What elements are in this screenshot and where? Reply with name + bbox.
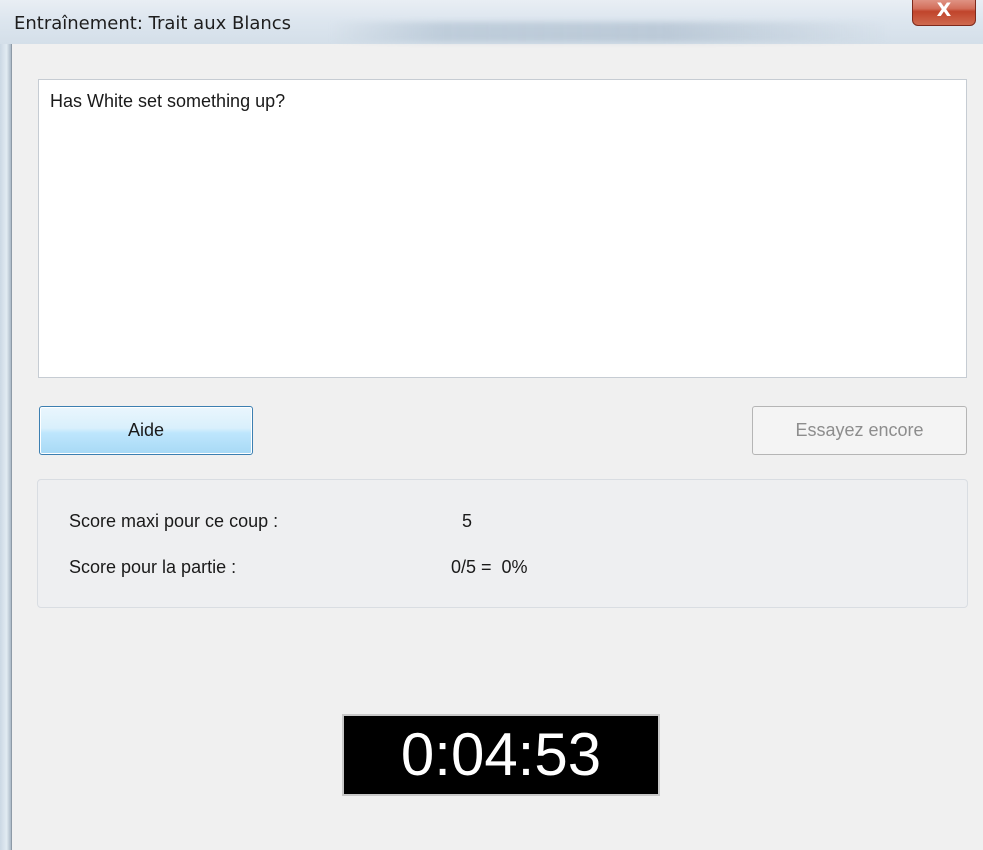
window-frame-divider [11, 44, 12, 850]
message-textbox[interactable]: Has White set something up? [38, 79, 967, 378]
score-panel: Score maxi pour ce coup : 5 Score pour l… [37, 479, 968, 608]
title-bar[interactable]: Entraînement: Trait aux Blancs X [0, 0, 983, 44]
close-icon: X [936, 0, 952, 21]
game-score-label: Score pour la partie : [69, 557, 237, 577]
training-dialog: Entraînement: Trait aux Blancs X Has Whi… [0, 0, 983, 850]
title-bar-blur [330, 22, 890, 42]
timer-display: 0:04:53 [342, 714, 660, 796]
max-move-score-value: 5 [462, 511, 473, 531]
help-button[interactable]: Aide [39, 406, 253, 455]
window-frame-left [0, 44, 11, 850]
retry-button[interactable]: Essayez encore [752, 406, 967, 455]
message-text: Has White set something up? [50, 91, 286, 111]
game-score-value: 0/5 = 0% [451, 557, 528, 577]
max-move-score-label: Score maxi pour ce coup : [69, 511, 279, 531]
close-button[interactable]: X [912, 0, 976, 26]
window-title: Entraînement: Trait aux Blancs [14, 13, 292, 34]
